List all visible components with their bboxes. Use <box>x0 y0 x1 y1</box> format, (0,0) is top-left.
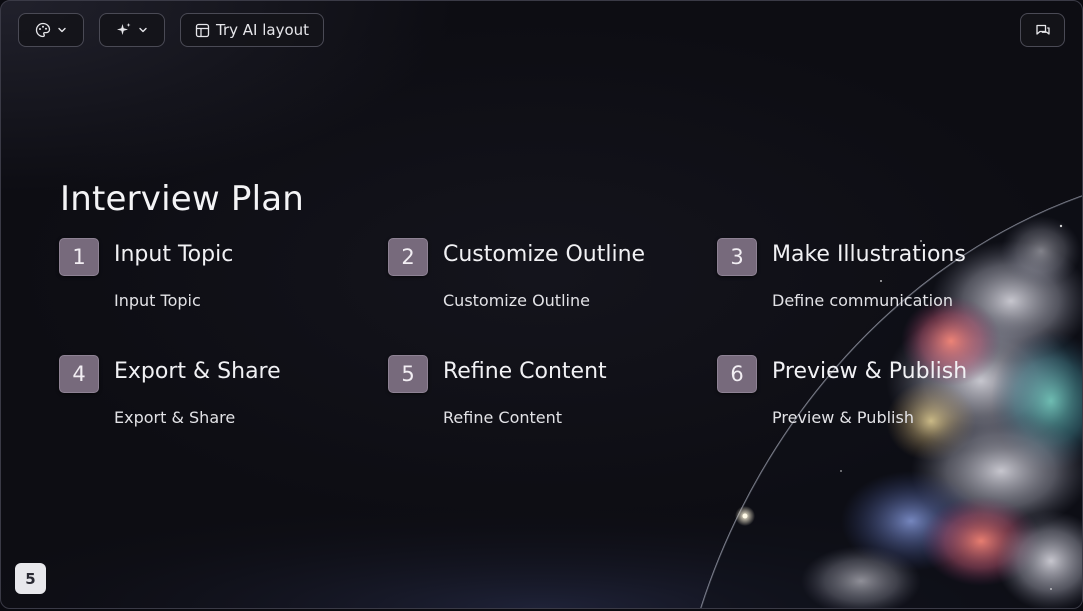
step-number-badge: 5 <box>388 355 428 393</box>
theme-menu-button[interactable] <box>18 13 84 47</box>
ai-tools-button[interactable] <box>99 13 165 47</box>
chevron-down-icon <box>58 27 66 33</box>
step-title: Refine Content <box>443 359 607 384</box>
step-number-badge: 2 <box>388 238 428 276</box>
step-description: Customize Outline <box>443 291 590 310</box>
chat-icon <box>1035 24 1050 35</box>
page-number-badge[interactable]: 5 <box>15 563 46 594</box>
step-description: Export & Share <box>114 408 236 427</box>
step-number-badge: 4 <box>59 355 99 393</box>
step-number-badge: 6 <box>717 355 757 393</box>
palette-icon <box>35 22 51 38</box>
step-description: Refine Content <box>443 408 563 427</box>
step-title: Input Topic <box>114 242 234 267</box>
sparkle-icon <box>117 23 131 35</box>
try-ai-layout-button[interactable]: Try AI layout <box>180 13 324 47</box>
layout-icon <box>195 23 210 37</box>
step-description: Preview & Publish <box>772 408 914 427</box>
step-title: Preview & Publish <box>772 359 968 384</box>
step-title: Customize Outline <box>443 242 646 267</box>
step-number-badge: 3 <box>717 238 757 276</box>
chevron-down-icon <box>139 27 147 33</box>
step-number-badge: 1 <box>59 238 99 276</box>
slide-title: Interview Plan <box>60 179 305 219</box>
step-title: Export & Share <box>114 359 281 384</box>
step-title: Make Illustrations <box>772 242 966 267</box>
step-description: Define communication <box>772 291 954 310</box>
try-ai-layout-label: Try AI layout <box>215 21 310 39</box>
step-description: Input Topic <box>114 291 201 310</box>
comments-button[interactable] <box>1020 13 1065 47</box>
slide-canvas: Try AI layout Interview Plan 1 Input Top… <box>0 0 1083 609</box>
